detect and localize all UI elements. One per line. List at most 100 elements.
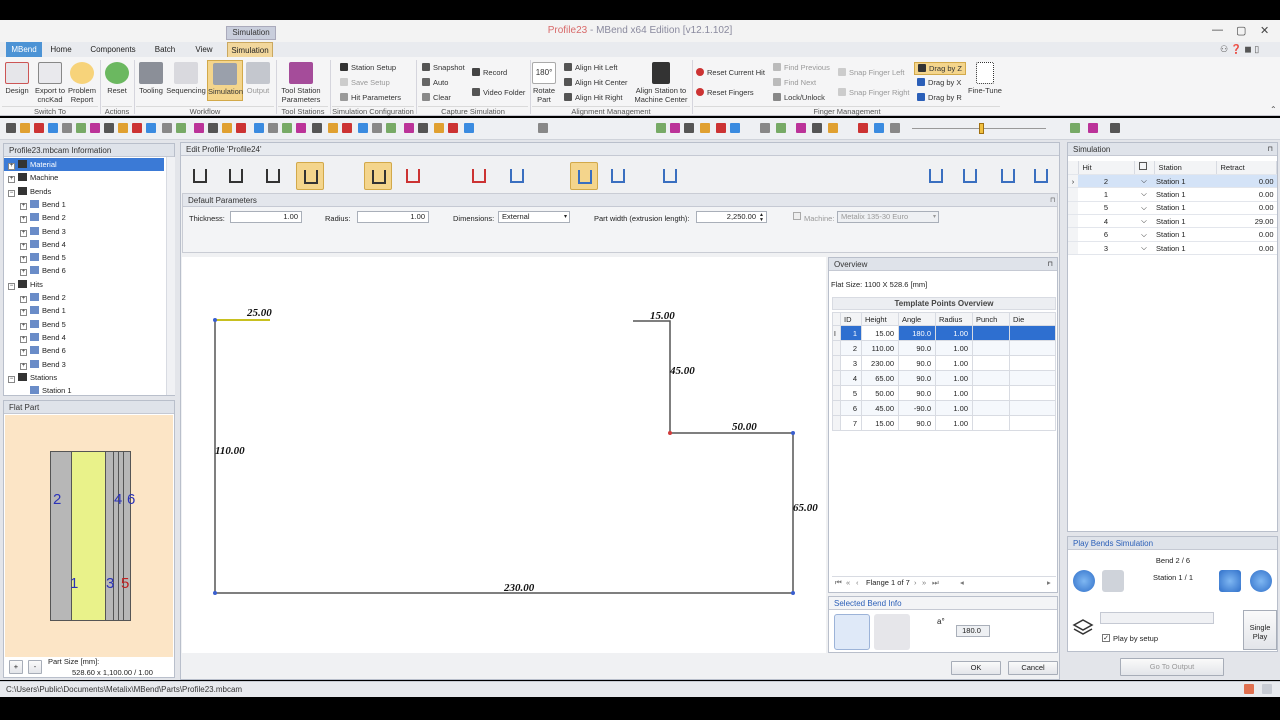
toolbar-icon[interactable] <box>296 123 306 133</box>
table-cell[interactable]: 1 <box>840 325 862 341</box>
save-setup-button[interactable]: Save Setup <box>340 78 390 87</box>
expand-icon[interactable]: + <box>20 202 27 210</box>
table-cell[interactable]: 65.00 <box>861 370 899 386</box>
expand-icon[interactable]: − <box>8 189 15 197</box>
zoom-in-button[interactable]: + <box>9 660 23 674</box>
single-play-button[interactable]: Single Play <box>1243 610 1277 650</box>
tree-item[interactable]: + Bend 1 <box>4 198 164 211</box>
table-cell[interactable] <box>972 385 1010 401</box>
toolbar-icon[interactable] <box>268 123 278 133</box>
help-icons[interactable]: ⚇ ❓ ◼ ▯ <box>1220 44 1259 55</box>
toolbar-icon[interactable] <box>328 123 338 133</box>
toolbar-icon[interactable] <box>6 123 16 133</box>
part-width-input[interactable]: 2,250.00 ▲ ▼ <box>696 211 767 223</box>
table-cell[interactable]: 1.00 <box>935 400 973 416</box>
table-cell[interactable]: -90.0 <box>898 400 936 416</box>
tab-mbend[interactable]: MBend <box>6 42 42 57</box>
tooling-button[interactable]: Tooling <box>138 62 164 95</box>
expand-icon[interactable]: + <box>20 296 27 303</box>
table-cell[interactable] <box>1009 340 1056 356</box>
table-row[interactable]: 1 ⌵ Station 1 0.00 <box>1068 187 1277 202</box>
toolbar-icon[interactable] <box>812 123 822 133</box>
column-header[interactable]: Radius <box>935 312 973 326</box>
pin-icon[interactable]: ⊓ <box>1268 143 1273 156</box>
design-button[interactable]: Design <box>3 62 31 95</box>
column-header[interactable]: Punch <box>972 312 1010 326</box>
toolbar-icon[interactable] <box>386 123 396 133</box>
station-cell[interactable]: Station 1 <box>1154 201 1216 216</box>
table-cell[interactable] <box>972 415 1010 431</box>
tab-view[interactable]: View <box>190 42 218 57</box>
machine-select[interactable]: Metalix 135-30 Euro ▾ <box>837 211 939 223</box>
toolbar-icon[interactable] <box>730 123 740 133</box>
expand-icon[interactable]: + <box>20 349 27 357</box>
column-header[interactable]: Angle <box>898 312 936 326</box>
chevron-down-icon[interactable]: ⌵ <box>1134 201 1154 216</box>
table-cell[interactable] <box>1009 370 1056 386</box>
snap-finger-right-button[interactable]: Snap Finger Right <box>838 88 909 97</box>
station-cell[interactable]: Station 1 <box>1154 241 1216 256</box>
editor-tool-button[interactable] <box>1027 162 1055 190</box>
editor-tool-button[interactable] <box>222 162 250 190</box>
table-cell[interactable] <box>1009 415 1056 431</box>
tree-item[interactable]: + Bend 6 <box>4 264 164 277</box>
toolbar-icon[interactable] <box>208 123 218 133</box>
table-row[interactable]: 4 ⌵ Station 1 29.00 <box>1068 214 1277 229</box>
drag-by-x-button[interactable]: Drag by X <box>917 78 961 87</box>
table-cell[interactable]: 90.0 <box>898 415 936 431</box>
tree-item[interactable]: + Bend 5 <box>4 251 164 264</box>
column-header[interactable] <box>1134 161 1155 175</box>
nav-prev-icon[interactable]: ‹ <box>856 577 859 589</box>
tree-item[interactable]: + Bend 3 <box>4 225 164 238</box>
column-header[interactable]: ID <box>840 312 862 326</box>
table-cell[interactable] <box>1009 385 1056 401</box>
table-cell[interactable]: 1.00 <box>935 325 973 341</box>
column-header[interactable]: Die <box>1009 312 1056 326</box>
retract-cell[interactable]: 0.00 <box>1216 227 1277 242</box>
align-hit-center-button[interactable]: Align Hit Center <box>564 78 628 87</box>
problem-report-button[interactable]: Problem Report <box>68 62 96 104</box>
row-indicator[interactable] <box>832 355 841 371</box>
tree-item[interactable]: + Bend 6 <box>4 344 164 357</box>
bend-u-icon[interactable] <box>834 614 870 650</box>
toolbar-icon[interactable] <box>358 123 368 133</box>
toolbar-icon[interactable] <box>448 123 458 133</box>
expand-icon[interactable]: + <box>20 256 27 264</box>
expand-icon[interactable]: + <box>8 176 15 184</box>
toolbar-icon[interactable] <box>874 123 884 133</box>
column-header[interactable]: Height <box>861 312 899 326</box>
toolbar-icon[interactable] <box>20 123 30 133</box>
nav-last-icon[interactable]: ⏭ <box>932 577 939 589</box>
rotate-part-button[interactable]: 180° Rotate Part <box>532 62 556 104</box>
thickness-input[interactable]: 1.00 <box>230 211 302 223</box>
zoom-out-button[interactable]: - <box>28 660 42 674</box>
editor-tool-button[interactable] <box>956 162 984 190</box>
hit-cell[interactable]: 6 <box>1078 227 1134 242</box>
chevron-down-icon[interactable]: ⌵ <box>1134 174 1154 189</box>
chevron-down-icon[interactable]: ⌵ <box>1134 214 1154 229</box>
toolbar-icon[interactable] <box>132 123 142 133</box>
zoom-slider-thumb[interactable] <box>979 123 984 134</box>
tree-item[interactable]: − Hits <box>4 278 164 291</box>
retract-cell[interactable]: 0.00 <box>1216 174 1277 189</box>
toolbar-icon[interactable] <box>222 123 232 133</box>
maximize-icon[interactable]: ▢ <box>1236 24 1246 37</box>
retract-cell[interactable]: 29.00 <box>1216 214 1277 229</box>
table-row[interactable]: I 1 15.00 180.0 1.00 <box>832 325 1056 341</box>
toolbar-icon[interactable] <box>118 123 128 133</box>
row-indicator[interactable] <box>832 415 841 431</box>
station-cell[interactable]: Station 1 <box>1154 214 1216 229</box>
hit-cell[interactable]: 2 <box>1078 174 1134 189</box>
row-indicator[interactable] <box>1068 214 1078 229</box>
expand-icon[interactable]: + <box>20 269 27 277</box>
minimize-icon[interactable]: — <box>1212 24 1223 36</box>
table-cell[interactable]: 90.0 <box>898 355 936 371</box>
editor-tool-button[interactable] <box>465 162 493 190</box>
row-indicator[interactable] <box>832 340 841 356</box>
nav-prev-page-icon[interactable]: « <box>846 577 850 589</box>
toolbar-icon[interactable] <box>282 123 292 133</box>
tree-item[interactable]: + Bend 4 <box>4 238 164 251</box>
table-cell[interactable]: 15.00 <box>861 325 899 341</box>
scroll-right-icon[interactable]: ▸ <box>1047 577 1051 589</box>
tree-scrollbar[interactable] <box>166 157 175 395</box>
